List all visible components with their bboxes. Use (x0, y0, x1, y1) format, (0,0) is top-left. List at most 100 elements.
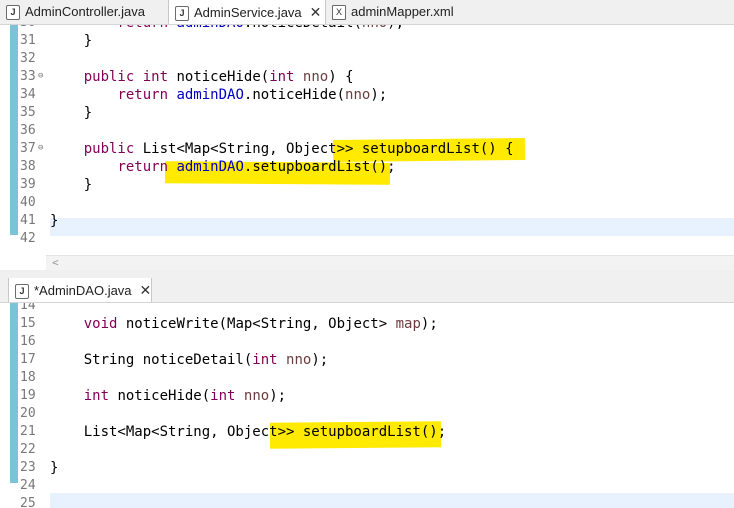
code-token: ); (420, 316, 438, 332)
code-token: noticeHide( (109, 388, 211, 404)
code-token: .setupboardList(); (243, 159, 396, 175)
code-token: noticeHide( (168, 69, 270, 85)
change-marker (10, 303, 18, 483)
code-token: } (50, 33, 93, 49)
line-number: 32 (20, 51, 36, 66)
code-token: void (83, 316, 118, 332)
code-token: nno (286, 352, 312, 368)
line-number: 40 (20, 195, 36, 210)
bottom-editor-tabbar: J *AdminDAO.java ✕ (0, 278, 734, 303)
line-number: 30 (20, 25, 50, 32)
code-token: } (50, 213, 59, 229)
code-token: return (117, 87, 169, 103)
pane-separator[interactable] (0, 270, 734, 278)
code-token: ) { (328, 69, 354, 85)
code-token: int (142, 69, 169, 85)
code-token: } (50, 177, 93, 193)
code-token: } (50, 460, 59, 476)
horizontal-scrollbar[interactable]: < (46, 255, 734, 270)
line-number: 15 (20, 316, 36, 331)
code-line[interactable]: return adminDAO.noticeDetail(nno); (50, 25, 404, 32)
line-number: 24 (20, 478, 36, 493)
tab-admin-controller[interactable]: J AdminController.java (0, 0, 168, 24)
overview-ruler (10, 25, 18, 270)
tab-admin-dao[interactable]: J *AdminDAO.java ✕ (8, 278, 152, 302)
tab-admin-mapper[interactable]: XadminMapper.xml (326, 0, 486, 24)
line-number: 25 (20, 496, 36, 508)
code-line[interactable]: } (50, 32, 92, 50)
fold-collapse-icon[interactable]: ⊖ (38, 71, 43, 81)
code-token: ); (370, 87, 388, 103)
code-token: String noticeDetail( (50, 352, 253, 368)
java-file-icon: J (175, 6, 189, 22)
code-line[interactable]: int noticeHide(int nno); (50, 387, 286, 405)
line-number: 16 (20, 334, 36, 349)
line-number: 19 (20, 388, 36, 403)
java-file-icon: J (15, 284, 29, 300)
code-token: .noticeDetail( (244, 25, 362, 31)
code-token: List<Map<String, Object>> setupboardList… (134, 141, 514, 157)
line-number: 36 (20, 123, 36, 138)
line-number: 14 (20, 303, 36, 313)
code-line[interactable]: public List<Map<String, Object>> setupbo… (50, 140, 514, 158)
code-line[interactable]: public int noticeHide(int nno) { (50, 68, 354, 86)
code-token: nno (302, 69, 329, 85)
code-token: nno (345, 87, 371, 103)
overview-ruler (10, 303, 18, 508)
tab-label: AdminService.java (194, 5, 302, 20)
xml-file-icon: X (332, 5, 346, 21)
line-number: 35 (20, 105, 36, 120)
code-token: ); (311, 352, 329, 368)
code-line[interactable]: void noticeWrite(Map<String, Object> map… (50, 315, 438, 333)
line-number: 33 (20, 69, 36, 84)
code-token: ); (269, 388, 287, 404)
tab-admin-service[interactable]: J AdminService.java ✕ (168, 0, 326, 24)
code-token: List<Map<String, Object>> setupboardList… (50, 424, 447, 440)
code-token: map (395, 316, 421, 332)
code-line[interactable]: List<Map<String, Object>> setupboardList… (50, 423, 446, 441)
tab-label: adminMapper.xml (351, 4, 454, 19)
current-line-highlight (50, 493, 734, 508)
line-number: 20 (20, 406, 36, 421)
line-number: 17 (20, 352, 36, 367)
dao-code-editor[interactable]: 14 15 void noticeWrite(Map<String, Object… (0, 303, 734, 508)
code-line[interactable]: return adminDAO.setupboardList(); (50, 158, 396, 176)
code-token: return (117, 25, 168, 31)
tab-label: *AdminDAO.java (34, 283, 132, 298)
code-line[interactable]: } (50, 459, 58, 477)
line-number: 42 (20, 231, 36, 246)
current-line-highlight (50, 218, 734, 236)
code-token: public (83, 141, 135, 157)
line-number: 38 (20, 159, 36, 174)
tab-label: AdminController.java (25, 4, 145, 19)
line-number: 31 (20, 33, 36, 48)
code-token: adminDAO (176, 87, 244, 103)
code-line[interactable]: } (50, 104, 92, 122)
code-token: .noticeHide( (243, 87, 346, 103)
code-token: ); (387, 25, 404, 31)
code-token: int (269, 69, 295, 85)
close-icon[interactable]: ✕ (310, 0, 322, 24)
code-token: public (83, 69, 135, 85)
code-line[interactable]: return adminDAO.noticeHide(nno); (50, 86, 387, 104)
line-number: 21 (20, 424, 36, 439)
close-icon[interactable]: ✕ (140, 278, 152, 302)
code-line[interactable]: } (50, 176, 92, 194)
line-number: 34 (20, 87, 36, 102)
line-number: 23 (20, 460, 36, 475)
scroll-left-icon[interactable]: < (52, 256, 59, 269)
line-number: 41 (20, 213, 36, 228)
code-token: return (117, 159, 169, 175)
code-line[interactable]: } (50, 212, 58, 230)
service-code-editor[interactable]: 30 return adminDAO.noticeDetail(nno);31 … (0, 25, 734, 270)
code-line[interactable]: String noticeDetail(int nno); (50, 351, 328, 369)
fold-collapse-icon[interactable]: ⊖ (38, 143, 43, 153)
